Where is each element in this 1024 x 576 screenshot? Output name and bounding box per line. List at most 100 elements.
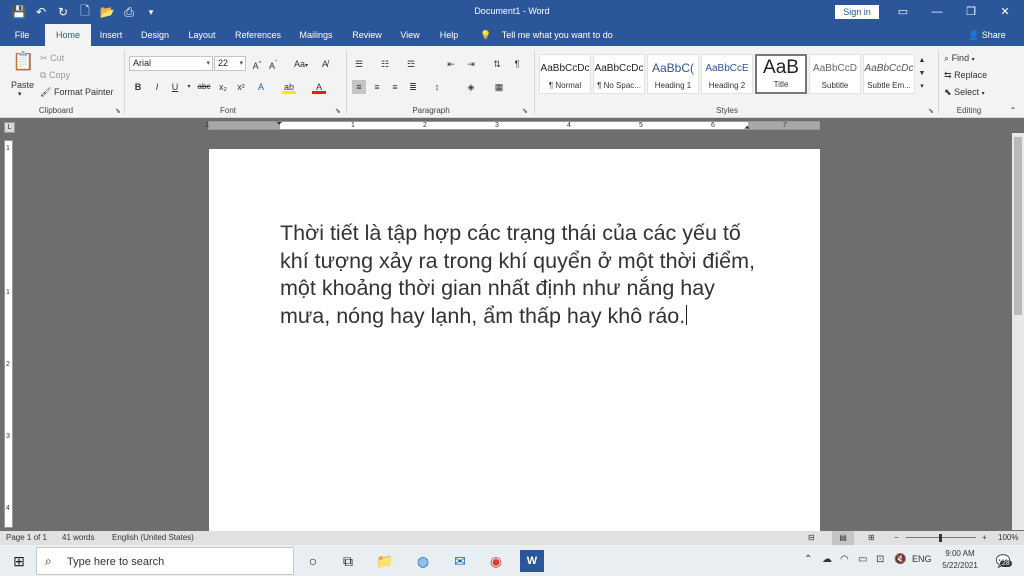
strikethrough-icon[interactable]: abc	[196, 80, 212, 94]
styles-launcher-icon[interactable]: ⬊	[928, 107, 934, 115]
subscript-icon[interactable]: x₂	[216, 80, 230, 94]
horizontal-ruler[interactable]: 1 1 2 3 4 5 6 7 ⏷ ⏶	[205, 119, 820, 133]
underline-icon[interactable]: U	[168, 80, 182, 94]
zoom-level[interactable]: 100%	[998, 533, 1018, 542]
tab-references[interactable]: References	[232, 24, 284, 46]
select-button[interactable]: ⬉ Select ▾	[944, 87, 985, 98]
taskbar-search[interactable]: ⌕ Type here to search	[36, 547, 294, 575]
align-right-icon[interactable]: ≡	[388, 80, 402, 94]
input-language[interactable]: ENG	[912, 554, 932, 564]
style-subtle-emphasis[interactable]: AaBbCcDc Subtle Em...	[863, 54, 915, 94]
zoom-out-icon[interactable]: −	[894, 533, 899, 542]
language-indicator[interactable]: English (United States)	[112, 533, 194, 542]
tab-home[interactable]: Home	[45, 24, 91, 46]
restore-icon[interactable]: ❐	[954, 0, 988, 24]
right-indent-icon[interactable]: ⏶	[744, 123, 750, 133]
increase-indent-icon[interactable]: ⇥	[464, 57, 478, 71]
tab-design[interactable]: Design	[138, 24, 172, 46]
style-heading-2[interactable]: AaBbCcE Heading 2	[701, 54, 753, 94]
word-count[interactable]: 41 words	[62, 533, 94, 542]
document-paragraph[interactable]: Thời tiết là tập hợp các trạng thái của …	[280, 221, 755, 328]
style-subtitle[interactable]: AaBbCcD Subtitle	[809, 54, 861, 94]
document-page[interactable]: Thời tiết là tập hợp các trạng thái của …	[209, 149, 820, 531]
tab-view[interactable]: View	[397, 24, 423, 46]
change-case-button[interactable]: Aa▾	[290, 57, 312, 71]
tab-selector-icon[interactable]: L	[4, 122, 15, 133]
first-line-indent-icon[interactable]: ⏷	[276, 119, 282, 129]
windows-start-icon[interactable]: ⊞	[8, 550, 30, 572]
shading-icon[interactable]: ◈	[464, 80, 478, 94]
style-no-spacing[interactable]: AaBbCcDc ¶ No Spac...	[593, 54, 645, 94]
mail-icon[interactable]: ✉	[449, 550, 471, 572]
zoom-slider-thumb[interactable]	[939, 534, 942, 542]
task-view-icon[interactable]: ⧉	[337, 550, 359, 572]
styles-scroll-up-icon[interactable]: ▲	[917, 54, 927, 67]
align-center-icon[interactable]: ≡	[370, 80, 384, 94]
line-spacing-icon[interactable]: ↕	[430, 80, 444, 94]
style-title[interactable]: AaB Title	[755, 54, 807, 94]
font-size-combo[interactable]: 22 ▾	[214, 56, 246, 71]
volume-muted-icon[interactable]: 🔇	[894, 554, 906, 565]
find-button[interactable]: ⌕ Find ▾	[944, 53, 975, 64]
zoom-in-icon[interactable]: +	[982, 533, 987, 542]
italic-icon[interactable]: I	[150, 80, 164, 94]
page-count[interactable]: Page 1 of 1	[6, 533, 47, 542]
borders-icon[interactable]: ▦	[492, 80, 506, 94]
copy-button[interactable]: ⧉ Copy	[40, 70, 70, 81]
wifi-icon[interactable]: ◠	[840, 554, 849, 565]
paste-clipboard-icon[interactable]: 📋	[12, 52, 34, 78]
show-hidden-icons[interactable]: ⌃	[804, 554, 812, 565]
taskbar-clock[interactable]: 9:00 AM 5/22/2021	[934, 548, 986, 572]
styles-more-icon[interactable]: ▾	[917, 80, 927, 93]
collapse-ribbon-icon[interactable]: ⌃	[1006, 104, 1020, 118]
font-launcher-icon[interactable]: ⬊	[335, 107, 341, 115]
paste-dropdown-icon[interactable]: ▾	[18, 90, 22, 98]
edge-browser-icon[interactable]: ◍	[412, 550, 434, 572]
text-effects-icon[interactable]: A	[254, 80, 268, 94]
style-normal[interactable]: AaBbCcDc ¶ Normal	[539, 54, 591, 94]
shrink-font-icon[interactable]: Aˇ	[266, 57, 280, 71]
font-name-combo[interactable]: Arial ▾	[129, 56, 213, 71]
highlight-icon[interactable]: ab	[282, 80, 296, 94]
ribbon-display-options-icon[interactable]: ▭	[886, 0, 920, 24]
web-layout-icon[interactable]: ⊞	[868, 533, 875, 542]
close-icon[interactable]: ✕	[988, 0, 1022, 24]
tab-review[interactable]: Review	[350, 24, 384, 46]
print-layout-icon[interactable]: ▤	[832, 531, 854, 545]
numbering-icon[interactable]: ☷	[378, 57, 392, 71]
tab-help[interactable]: Help	[436, 24, 462, 46]
sort-icon[interactable]: ⇅	[490, 57, 504, 71]
file-explorer-icon[interactable]: 📁	[374, 550, 396, 572]
onedrive-icon[interactable]: ☁	[822, 554, 832, 565]
bullets-icon[interactable]: ☰	[352, 57, 366, 71]
vertical-ruler[interactable]: 1 1 2 3 4	[4, 140, 13, 528]
align-left-icon[interactable]: ≡	[352, 80, 366, 94]
tab-file[interactable]: File	[6, 24, 38, 46]
tab-mailings[interactable]: Mailings	[296, 24, 336, 46]
tab-insert[interactable]: Insert	[94, 24, 128, 46]
clear-formatting-icon[interactable]: A̸	[318, 57, 332, 71]
vertical-scrollbar[interactable]	[1012, 133, 1024, 530]
tab-layout[interactable]: Layout	[184, 24, 220, 46]
sign-in-button[interactable]: Sign in	[835, 5, 879, 19]
bold-icon[interactable]: B	[131, 80, 145, 94]
paste-button[interactable]: Paste	[11, 80, 34, 90]
grow-font-icon[interactable]: A^	[250, 57, 264, 71]
font-color-icon[interactable]: A	[312, 80, 326, 94]
justify-icon[interactable]: ≣	[406, 80, 420, 94]
multilevel-list-icon[interactable]: ☲	[404, 57, 418, 71]
chrome-icon[interactable]: ◉	[485, 550, 507, 572]
focus-mode-icon[interactable]: ⊟	[808, 533, 815, 542]
replace-button[interactable]: ⇆ Replace	[944, 70, 987, 81]
styles-scroll-down-icon[interactable]: ▼	[917, 67, 927, 80]
decrease-indent-icon[interactable]: ⇤	[444, 57, 458, 71]
format-painter-button[interactable]: 🖌 Format Painter	[40, 87, 113, 98]
show-formatting-marks-icon[interactable]: ¶	[510, 57, 524, 71]
cortana-icon[interactable]: ○	[302, 550, 324, 572]
superscript-icon[interactable]: x²	[234, 80, 248, 94]
cut-button[interactable]: ✂ Cut	[40, 53, 64, 64]
minimize-icon[interactable]: —	[920, 0, 954, 24]
clipboard-launcher-icon[interactable]: ⬊	[115, 107, 121, 115]
paragraph-launcher-icon[interactable]: ⬊	[522, 107, 528, 115]
tell-me-search[interactable]: 💡 Tell me what you want to do	[480, 24, 613, 46]
